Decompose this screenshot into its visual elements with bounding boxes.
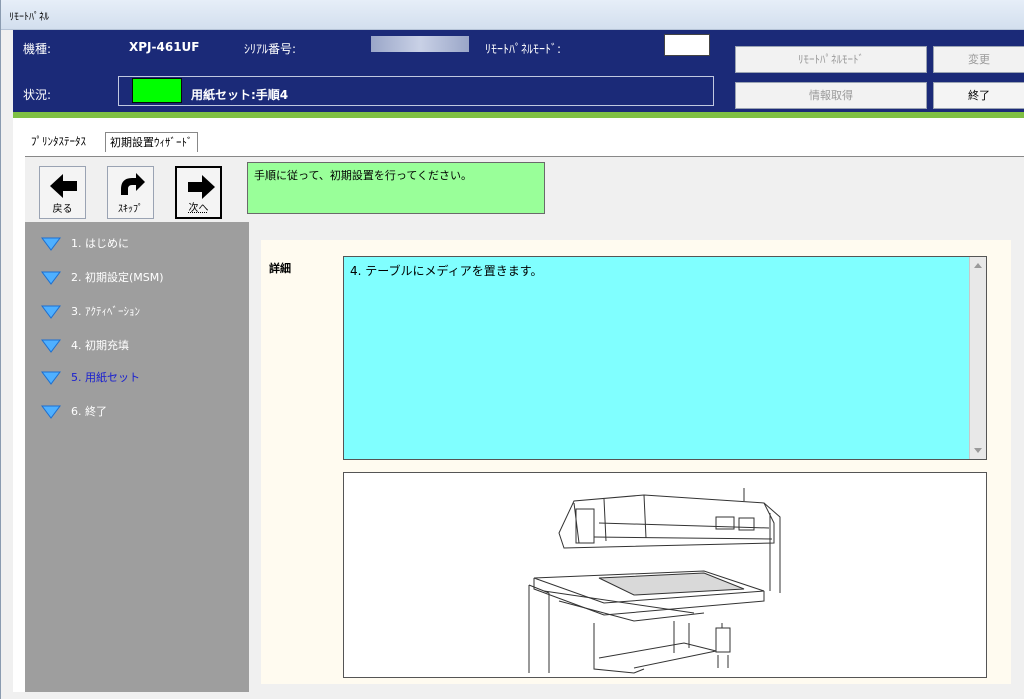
status-value: 用紙セット:手順4 [191,88,289,102]
wizard-steps-panel: 1. はじめに 2. 初期設定(MSM) 3. ｱｸﾃｨﾍﾞｰｼｮﾝ 4. 初期… [25,222,249,699]
serial-label: ｼﾘｱﾙ番号: [244,42,297,56]
wizard-toolbar: 戻る ｽｷｯﾌﾟ 次へ 手順に従って、初期設置を行ってください。 [25,160,1023,222]
instruction-image [343,472,987,678]
step-label: 4. 初期充填 [71,339,129,352]
back-label: 戻る [52,204,73,215]
skip-label: ｽｷｯﾌﾟ [118,204,143,215]
bottom-edge [13,692,1024,699]
tab-printer-status[interactable]: ﾌﾟﾘﾝﾀｽﾃｰﾀｽ [27,132,90,152]
model-value: XPJ-461UF [129,40,200,54]
step-content-panel: 詳細 4. テーブルにメディアを置きます。 [261,240,1011,684]
title-bar: ﾘﾓｰﾄﾊﾟﾈﾙ [1,0,1024,30]
exit-button[interactable]: 終了 [933,82,1024,109]
arrow-right-icon [188,175,215,199]
printer-table-illustration [528,488,781,674]
triangle-down-icon [41,405,61,419]
change-button[interactable]: 変更 [933,46,1024,73]
status-label: 状況: [23,88,52,102]
scroll-up-icon[interactable] [974,263,982,268]
remote-panel-mode-button[interactable]: ﾘﾓｰﾄﾊﾟﾈﾙﾓｰﾄﾞ [735,46,927,73]
panel-mode-indicator [664,34,710,56]
triangle-down-icon [41,305,61,319]
next-button[interactable]: 次へ [175,166,222,219]
step-label: 3. ｱｸﾃｨﾍﾞｰｼｮﾝ [71,305,140,318]
triangle-down-icon [41,371,61,385]
serial-value-redacted [371,36,469,52]
app-window: ﾘﾓｰﾄﾊﾟﾈﾙ 機種: XPJ-461UF ｼﾘｱﾙ番号: ﾘﾓｰﾄﾊﾟﾈﾙﾓ… [0,0,1024,699]
triangle-down-icon [41,271,61,285]
step-label: 5. 用紙セット [71,371,140,384]
skip-redo-icon [121,173,145,195]
skip-button[interactable]: ｽｷｯﾌﾟ [107,166,154,219]
step-label: 6. 終了 [71,405,107,418]
detail-label: 詳細 [269,262,291,275]
triangle-down-icon [41,237,61,251]
panel-mode-label: ﾘﾓｰﾄﾊﾟﾈﾙﾓｰﾄﾞ: [485,42,562,56]
model-label: 機種: [23,42,52,56]
detail-scrollbar[interactable] [969,257,986,459]
detail-textbox[interactable]: 4. テーブルにメディアを置きます。 [343,256,987,460]
header-panel: 機種: XPJ-461UF ｼﾘｱﾙ番号: ﾘﾓｰﾄﾊﾟﾈﾙﾓｰﾄﾞ: 状況: … [13,30,1024,112]
arrow-left-icon [50,174,77,198]
step-label: 1. はじめに [71,237,129,250]
instruction-message: 手順に従って、初期設置を行ってください。 [247,162,545,214]
get-info-button[interactable]: 情報取得 [735,82,927,109]
back-button[interactable]: 戻る [39,166,86,219]
status-indicator [132,78,182,103]
scroll-down-icon[interactable] [974,448,982,453]
detail-text: 4. テーブルにメディアを置きます。 [350,264,543,278]
next-label: 次へ [188,203,209,214]
window-title: ﾘﾓｰﾄﾊﾟﾈﾙ [9,12,49,23]
step-label: 2. 初期設定(MSM) [71,271,164,284]
tab-setup-wizard[interactable]: 初期設置ｳｨｻﾞｰﾄﾞ [105,132,198,152]
triangle-down-icon [41,339,61,353]
